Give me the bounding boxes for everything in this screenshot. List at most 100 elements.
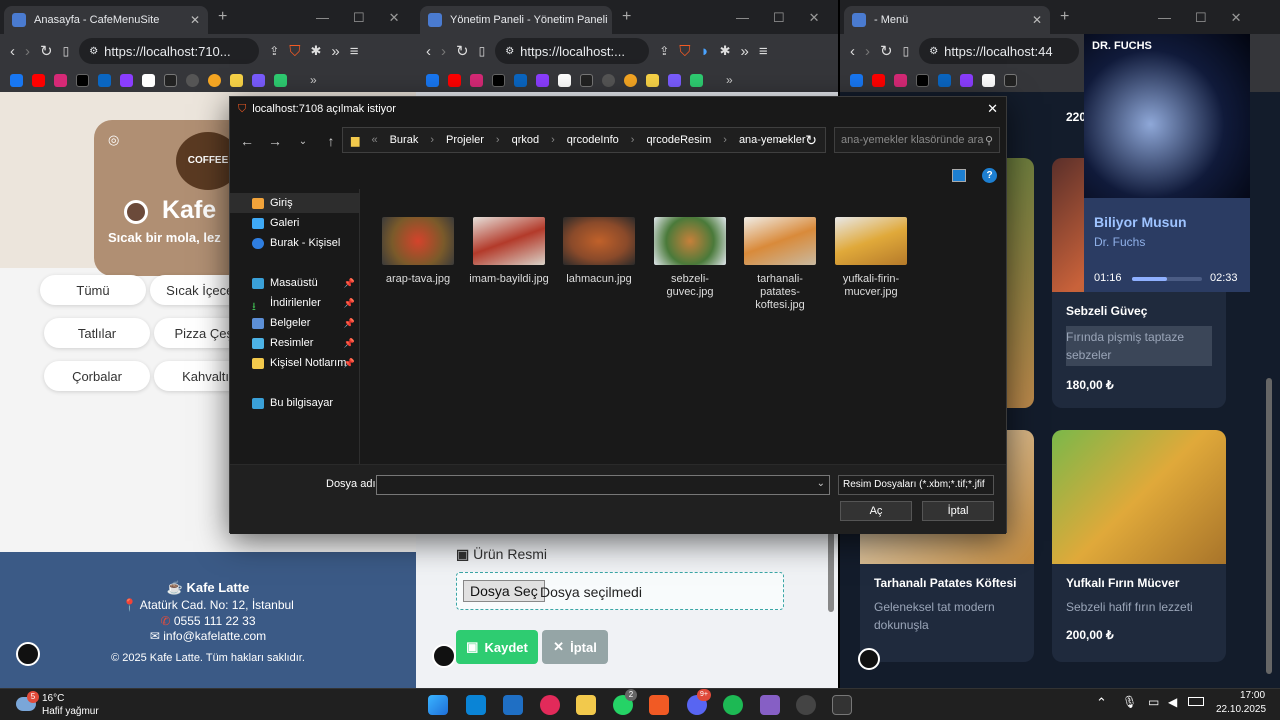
scrollbar[interactable] — [1266, 378, 1272, 674]
clock-date[interactable]: 22.10.2025 — [1216, 704, 1266, 715]
path-segment[interactable]: qrcodeInfo — [567, 134, 619, 146]
vscode-icon[interactable] — [466, 695, 486, 715]
instagram-icon[interactable] — [54, 73, 67, 87]
address-bar[interactable]: ⚙ https://localhost:... — [495, 38, 650, 64]
kick-icon[interactable] — [120, 73, 133, 87]
back-icon[interactable]: ‹ — [426, 43, 431, 60]
bookmark-game-icon[interactable] — [668, 73, 681, 87]
nav-pictures[interactable]: Resimler 📌 — [230, 333, 359, 353]
medium-icon[interactable] — [164, 73, 177, 87]
kick-icon[interactable] — [536, 73, 549, 87]
github-icon[interactable] — [982, 73, 995, 87]
facebook-icon[interactable] — [850, 73, 863, 87]
medium-icon[interactable] — [580, 73, 593, 87]
github-icon[interactable] — [142, 73, 155, 87]
devtools-icon[interactable] — [432, 644, 456, 668]
bookmark-green-icon[interactable] — [274, 73, 287, 87]
recent-dropdown-icon[interactable]: ⌄ — [289, 136, 317, 147]
path-bar[interactable]: ▆ « Burak › Projeler › qrkod › qrcodeInfo › … — [342, 127, 826, 153]
filename-dropdown-icon[interactable]: ⌄ — [817, 478, 825, 489]
bookmark-icon[interactable]: ▯ — [479, 44, 486, 58]
nav-documents[interactable]: Belgeler 📌 — [230, 313, 359, 333]
path-segment[interactable]: Burak — [390, 134, 419, 146]
network-icon[interactable]: ▭ — [1148, 695, 1159, 709]
more-bookmarks-icon[interactable]: » — [726, 73, 733, 87]
forward-icon[interactable]: › — [441, 43, 446, 60]
menu-icon[interactable]: ≡ — [350, 43, 359, 60]
file-item[interactable]: arap-tava.jpg — [378, 217, 458, 286]
bookmark-dot-icon[interactable] — [602, 73, 615, 87]
share-icon[interactable]: ⇪ — [659, 44, 669, 58]
tray-overflow-icon[interactable]: ⌃ — [1096, 695, 1107, 711]
nav-this-pc[interactable]: Bu bilgisayar — [230, 393, 359, 413]
more-icon[interactable]: » — [740, 43, 748, 60]
bookmark-orange-icon[interactable] — [624, 73, 637, 87]
youtube-icon[interactable] — [872, 73, 885, 87]
extensions-icon[interactable]: ✱ — [311, 43, 322, 59]
bookmark-yellow-icon[interactable] — [646, 73, 659, 87]
path-segment[interactable]: qrcodeResim — [646, 134, 711, 146]
spotify-icon[interactable] — [723, 695, 743, 715]
address-bar[interactable]: ⚙ https://localhost:44 — [919, 38, 1080, 64]
open-button[interactable]: Aç — [840, 501, 912, 521]
path-segment[interactable]: qrkod — [512, 134, 540, 146]
devtools-icon[interactable] — [858, 648, 880, 670]
facebook-icon[interactable] — [10, 73, 23, 87]
maximize-icon[interactable]: ☐ — [1195, 10, 1207, 26]
pin-icon[interactable]: 📌 — [344, 338, 355, 349]
clock-time[interactable]: 17:00 — [1240, 690, 1265, 701]
bookmark-dot-icon[interactable] — [186, 73, 199, 87]
brave-shield-icon[interactable]: ⛉ — [679, 43, 690, 60]
instagram-icon[interactable] — [470, 73, 483, 87]
minimize-icon[interactable]: — — [736, 10, 749, 26]
close-window-icon[interactable]: ✕ — [1231, 10, 1242, 26]
nav-notes[interactable]: Kişisel Notlarım 📌 — [230, 353, 359, 373]
minimize-icon[interactable]: — — [1158, 10, 1171, 26]
youtube-icon[interactable] — [32, 73, 45, 87]
progress-track[interactable] — [1132, 277, 1202, 281]
bookmark-game-icon[interactable] — [252, 73, 265, 87]
battery-icon[interactable] — [1188, 697, 1204, 706]
instagram-link-icon[interactable]: ◎ — [108, 132, 119, 148]
facebook-icon[interactable] — [426, 73, 439, 87]
bookmark-orange-icon[interactable] — [208, 73, 221, 87]
file-item[interactable]: tarhanali-patates-koftesi.jpg — [740, 217, 820, 312]
start-icon[interactable] — [428, 695, 448, 715]
path-dropdown-icon[interactable]: ⌄ — [777, 135, 785, 146]
more-icon[interactable]: » — [331, 43, 339, 60]
azure-data-studio-icon[interactable] — [503, 695, 523, 715]
file-item[interactable]: imam-bayildi.jpg — [469, 217, 549, 286]
bookmark-icon[interactable]: ▯ — [63, 44, 70, 58]
dialog-close-icon[interactable]: ✕ — [987, 101, 998, 117]
new-tab-icon[interactable]: + — [218, 8, 227, 26]
tab-menu[interactable]: - Menü ✕ — [844, 6, 1050, 34]
pin-icon[interactable]: 📌 — [344, 278, 355, 289]
tab-admin[interactable]: Yönetim Paneli - Yönetim Paneli — [420, 6, 612, 34]
help-icon[interactable]: ? — [982, 168, 997, 183]
reload-icon[interactable]: ↻ — [456, 42, 469, 60]
medium-icon[interactable] — [1004, 73, 1017, 87]
visual-studio-icon[interactable] — [760, 695, 780, 715]
reload-icon[interactable]: ↻ — [880, 42, 893, 60]
file-item[interactable]: lahmacun.jpg — [559, 217, 639, 286]
x-icon[interactable] — [492, 73, 505, 87]
maximize-icon[interactable]: ☐ — [353, 10, 365, 26]
category-desserts[interactable]: Tatlılar — [44, 318, 150, 348]
volume-icon[interactable]: ◀ — [1168, 695, 1177, 709]
category-soups[interactable]: Çorbalar — [44, 361, 150, 391]
choose-file-button[interactable]: Dosya Seç — [463, 580, 545, 602]
file-item[interactable]: yufkali-firin-mucver.jpg — [831, 217, 911, 299]
file-explorer-icon[interactable] — [576, 695, 596, 715]
forward-arrow-icon[interactable]: → — [261, 133, 289, 149]
terminal-icon[interactable] — [832, 695, 852, 715]
path-segment[interactable]: ana-yemekler — [739, 134, 806, 146]
nav-home[interactable]: Giriş — [230, 193, 359, 213]
forward-icon[interactable]: › — [865, 43, 870, 60]
nav-desktop[interactable]: Masaüstü 📌 — [230, 273, 359, 293]
nav-onedrive[interactable]: Burak - Kişisel — [230, 233, 359, 253]
close-window-icon[interactable]: ✕ — [809, 10, 820, 26]
menu-card[interactable]: Yufkalı Fırın Mücver Sebzeli hafif fırın… — [1052, 430, 1226, 662]
chatgpt-icon[interactable] — [796, 695, 816, 715]
back-icon[interactable]: ‹ — [850, 43, 855, 60]
github-icon[interactable] — [558, 73, 571, 87]
